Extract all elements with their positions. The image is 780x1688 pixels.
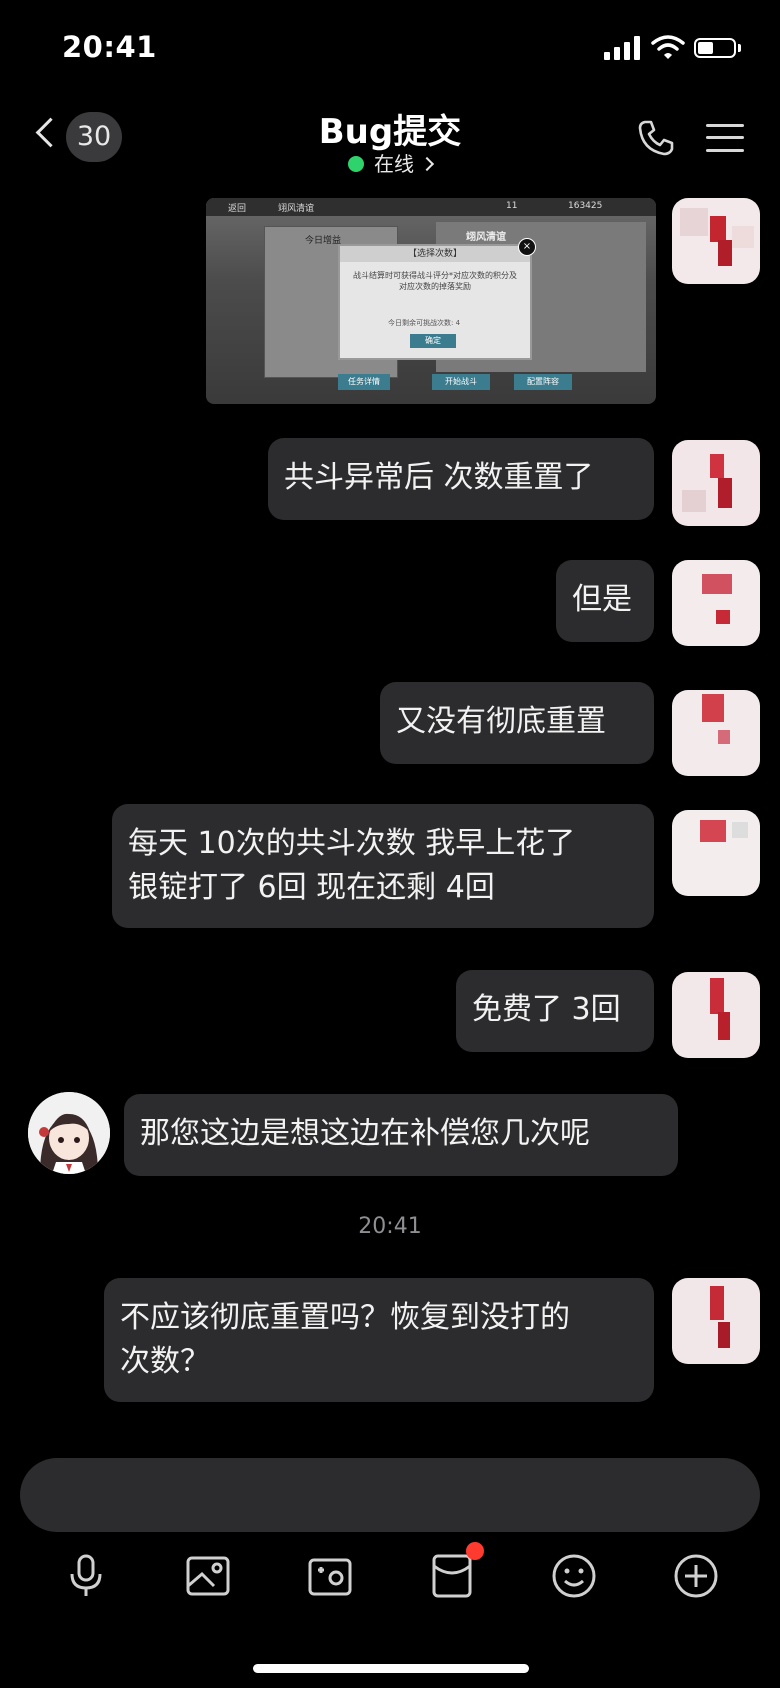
microphone-icon[interactable] xyxy=(62,1552,110,1600)
cellular-signal-icon xyxy=(604,36,640,60)
game-dialog-remaining: 今日剩余可挑战次数: 4 xyxy=(388,319,461,327)
game-close-icon: × xyxy=(518,238,536,256)
home-indicator[interactable] xyxy=(253,1664,529,1673)
message-bubble-outgoing[interactable]: 每天 10次的共斗次数 我早上花了 银锭打了 6回 现在还剩 4回 xyxy=(112,804,654,928)
add-icon[interactable] xyxy=(672,1552,720,1600)
message-bubble-incoming[interactable]: 那您这边是想这边在补偿您几次呢 xyxy=(124,1094,678,1176)
my-avatar[interactable] xyxy=(672,198,760,284)
phone-icon[interactable] xyxy=(636,118,676,158)
my-avatar[interactable] xyxy=(672,560,760,646)
game-task-button: 任务详情 xyxy=(338,374,390,390)
chevron-right-icon xyxy=(419,156,435,172)
my-avatar[interactable] xyxy=(672,810,760,896)
status-time: 20:41 xyxy=(62,30,157,64)
battery-nub xyxy=(738,44,741,52)
red-packet-icon[interactable] xyxy=(428,1552,476,1600)
game-dialog-title: 【选择次数】 xyxy=(340,246,530,262)
message-bubble-outgoing[interactable]: 共斗异常后 次数重置了 xyxy=(268,438,654,520)
wifi-icon xyxy=(651,35,685,59)
message-bubble-outgoing[interactable]: 免费了 3回 xyxy=(456,970,654,1052)
message-text: 免费了 3回 xyxy=(472,992,621,1027)
message-bubble-outgoing[interactable]: 不应该彻底重置吗？恢复到没打的 次数？ xyxy=(104,1278,654,1402)
my-avatar[interactable] xyxy=(672,972,760,1058)
message-text: 又没有彻底重置 xyxy=(396,704,606,739)
game-start-button: 开始战斗 xyxy=(432,374,490,390)
my-avatar[interactable] xyxy=(672,440,760,526)
game-left-panel-title: 今日增益 xyxy=(305,236,342,246)
message-text-line: 银锭打了 6回 现在还剩 4回 xyxy=(128,870,495,905)
menu-icon[interactable] xyxy=(706,122,744,154)
game-dialog: 【选择次数】 战斗结算时可获得战斗评分*对应次数的积分及对应次数的掉落奖励 今日… xyxy=(338,244,532,360)
game-currency-2: 163425 xyxy=(568,201,603,211)
notification-dot xyxy=(466,1542,484,1560)
contact-avatar[interactable] xyxy=(28,1092,110,1174)
game-back-label: 返回 xyxy=(228,204,247,214)
battery-icon xyxy=(694,38,736,58)
message-text-line: 次数？ xyxy=(120,1344,210,1379)
message-input[interactable] xyxy=(20,1458,760,1532)
my-avatar[interactable] xyxy=(672,1278,760,1364)
game-team-button: 配置阵容 xyxy=(514,374,572,390)
game-right-panel-title: 翊风清谊 xyxy=(466,232,506,243)
message-timestamp: 20:41 xyxy=(358,1214,422,1239)
message-text: 那您这边是想这边在补偿您几次呢 xyxy=(140,1116,590,1151)
game-confirm-button: 确定 xyxy=(410,334,456,348)
online-dot-icon xyxy=(348,156,364,172)
message-text: 但是 xyxy=(572,582,632,617)
message-text-line: 每天 10次的共斗次数 我早上花了 xyxy=(128,826,576,861)
message-bubble-outgoing[interactable]: 又没有彻底重置 xyxy=(380,682,654,764)
screenshot-image-message[interactable]: 返回 翊风清谊 11 163425 今日增益 翊风清谊 任务详情 开始战斗 配置… xyxy=(206,198,656,404)
game-tab-label: 翊风清谊 xyxy=(278,204,315,214)
emoji-icon[interactable] xyxy=(550,1552,598,1600)
game-dialog-text: 战斗结算时可获得战斗评分*对应次数的积分及对应次数的掉落奖励 xyxy=(353,271,517,291)
camera-icon[interactable] xyxy=(306,1552,354,1600)
message-bubble-outgoing[interactable]: 但是 xyxy=(556,560,654,642)
message-text-line: 不应该彻底重置吗？恢复到没打的 xyxy=(120,1300,570,1335)
game-currency-1: 11 xyxy=(506,201,518,211)
image-icon[interactable] xyxy=(184,1552,232,1600)
online-status-label: 在线 xyxy=(374,152,414,176)
anime-girl-avatar-icon xyxy=(28,1092,110,1174)
battery-level xyxy=(698,42,713,54)
message-text: 共斗异常后 次数重置了 xyxy=(284,460,594,495)
my-avatar[interactable] xyxy=(672,690,760,776)
